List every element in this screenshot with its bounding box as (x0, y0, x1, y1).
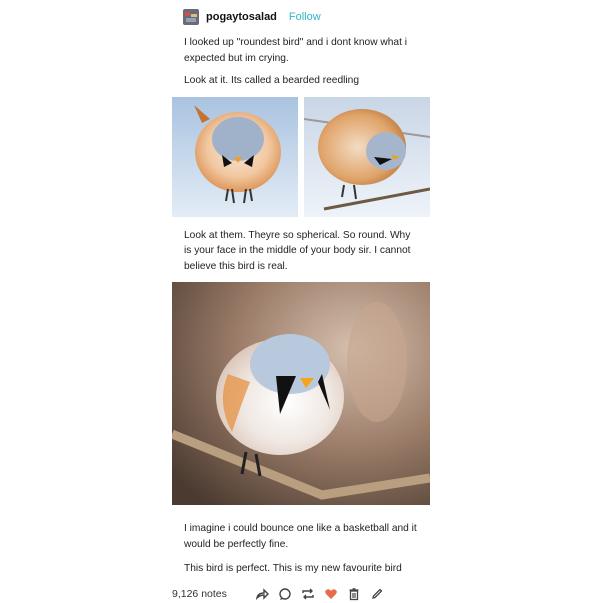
tumblr-post: pogaytosalad Follow I looked up "roundes… (170, 6, 431, 603)
bird-photo-1[interactable] (172, 96, 298, 217)
reply-icon[interactable] (278, 587, 292, 601)
bird-photo-3[interactable] (170, 282, 431, 505)
notes-count[interactable]: 9,126 notes (172, 588, 227, 600)
reblog-icon[interactable] (301, 587, 315, 601)
post-text: I looked up "roundest bird" and i dont k… (184, 37, 408, 64)
post-text: Look at them. Theyre so spherical. So ro… (184, 229, 411, 272)
bird-photo-2[interactable] (304, 96, 430, 217)
edit-icon[interactable] (370, 587, 384, 601)
username[interactable]: pogaytosalad (206, 11, 277, 23)
post-actions (255, 587, 384, 601)
like-icon[interactable] (324, 587, 338, 601)
photo-set (172, 96, 430, 217)
delete-icon[interactable] (347, 587, 361, 601)
post-text: I imagine i could bounce one like a bask… (184, 523, 417, 550)
follow-button[interactable]: Follow (289, 11, 321, 23)
user-avatar[interactable] (183, 9, 199, 25)
post-text: Look at it. Its called a bearded reedlin… (184, 75, 359, 86)
post-header: pogaytosalad Follow (172, 6, 430, 28)
share-icon[interactable] (255, 587, 269, 601)
post-text: This bird is perfect. This is my new fav… (184, 563, 402, 574)
